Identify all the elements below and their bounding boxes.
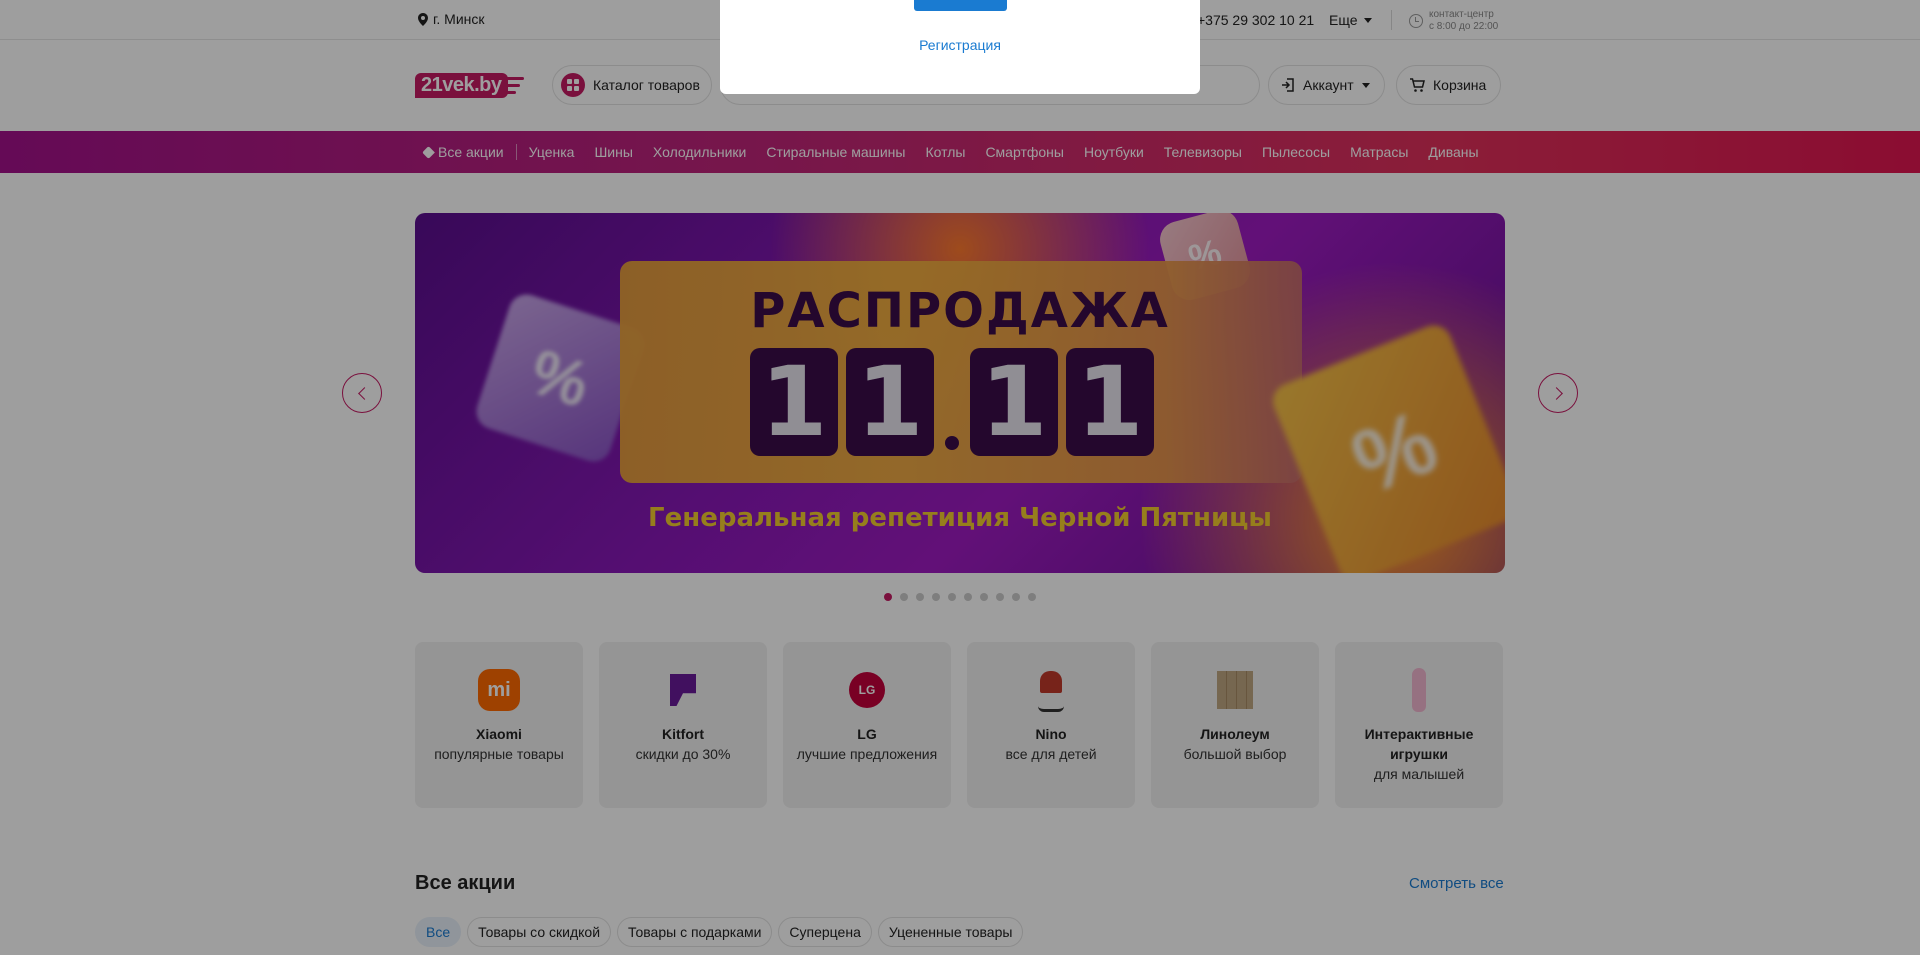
login-submit-button[interactable]	[914, 0, 1007, 11]
register-link[interactable]: Регистрация	[720, 37, 1200, 53]
modal-overlay[interactable]	[0, 0, 1920, 955]
login-modal: Регистрация	[720, 0, 1200, 94]
